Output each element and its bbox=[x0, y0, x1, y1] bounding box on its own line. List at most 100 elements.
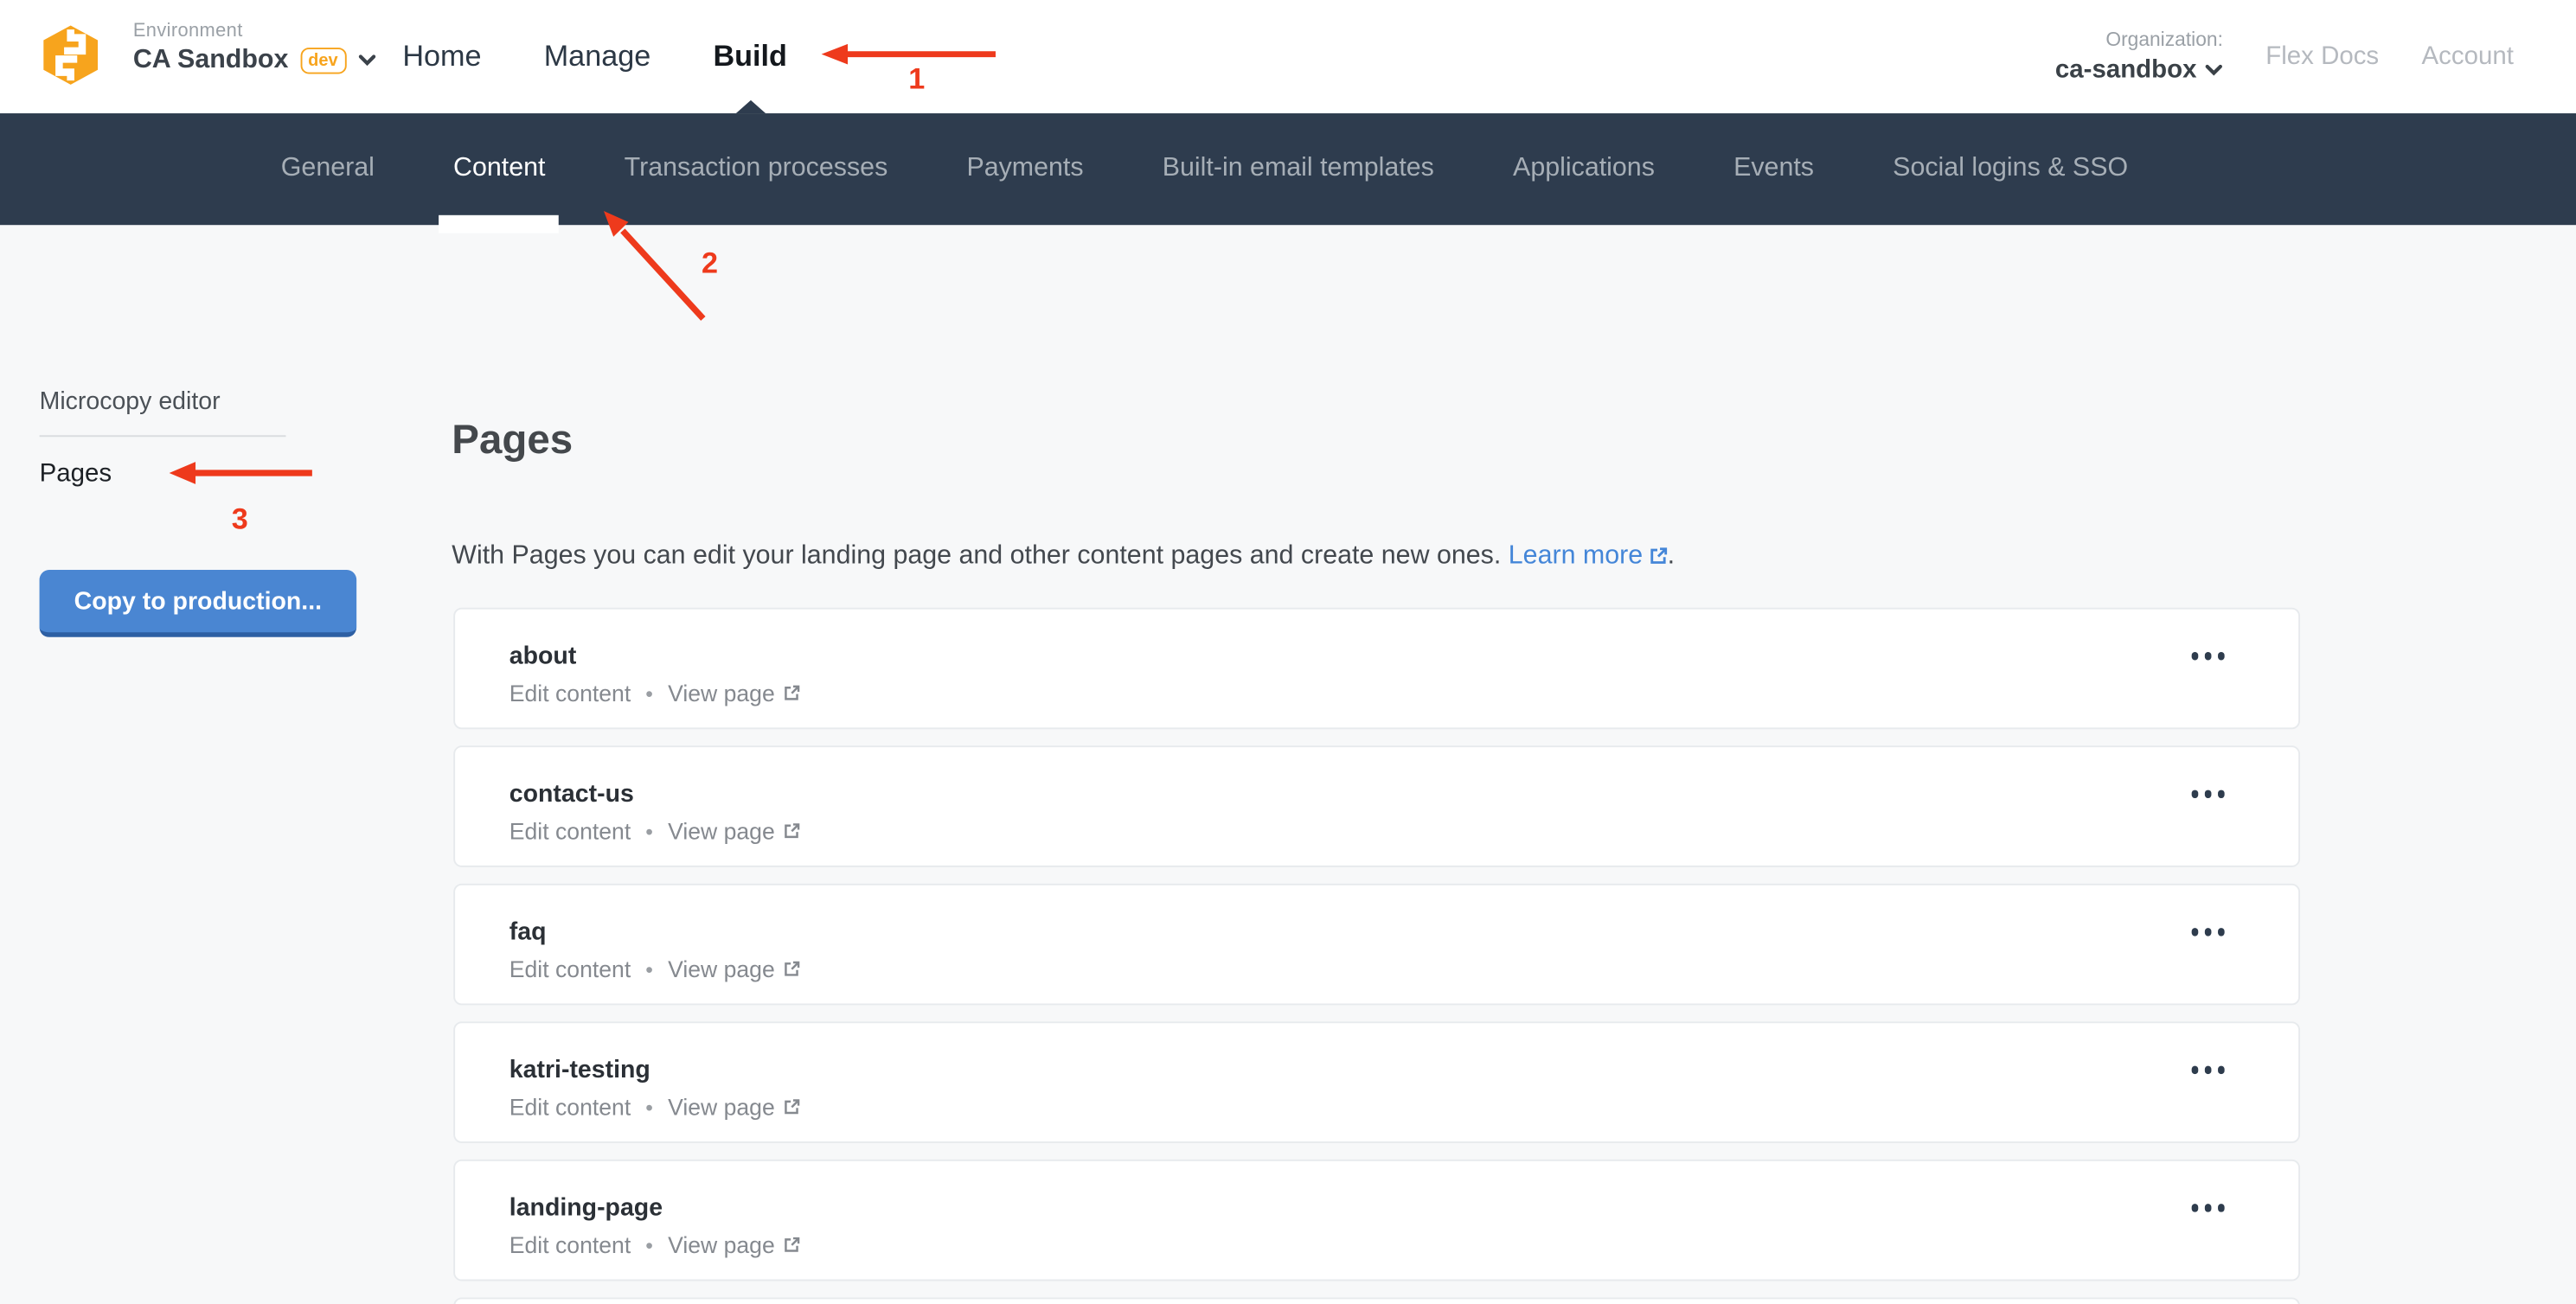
settings-tab-bar: General Content Transaction processes Payme… bbox=[0, 113, 2576, 225]
tab-applications[interactable]: Applications bbox=[1513, 113, 1655, 225]
dot-separator: • bbox=[645, 956, 653, 981]
tab-content[interactable]: Content bbox=[453, 113, 545, 225]
page-card-faq: faq Edit content • View page bbox=[453, 884, 2300, 1006]
page-name: landing-page bbox=[509, 1194, 2298, 1222]
edit-content-link[interactable]: Edit content bbox=[509, 680, 631, 706]
edit-content-link[interactable]: Edit content bbox=[509, 1094, 631, 1120]
edit-content-link[interactable]: Edit content bbox=[509, 956, 631, 981]
nav-item-label: Home bbox=[402, 40, 481, 74]
top-links: Flex Docs Account bbox=[2265, 42, 2514, 71]
view-page-label: View page bbox=[668, 818, 775, 844]
external-link-icon bbox=[783, 823, 799, 840]
view-page-label: View page bbox=[668, 680, 775, 706]
view-page-link[interactable]: View page bbox=[668, 1231, 799, 1257]
external-link-icon bbox=[783, 961, 799, 977]
tab-label: Events bbox=[1733, 155, 1814, 184]
top-link-account[interactable]: Account bbox=[2422, 42, 2514, 71]
environment-selector[interactable]: CA Sandbox dev bbox=[133, 46, 375, 75]
tab-label: Payments bbox=[966, 155, 1083, 184]
page-card-partial bbox=[453, 1297, 2300, 1304]
tab-label: Built-in email templates bbox=[1163, 155, 1434, 184]
nav-item-home[interactable]: Home bbox=[402, 0, 481, 113]
environment-label: Environment bbox=[133, 22, 375, 42]
tab-built-in-email-templates[interactable]: Built-in email templates bbox=[1163, 113, 1434, 225]
nav-item-label: Build bbox=[713, 40, 786, 74]
view-page-link[interactable]: View page bbox=[668, 1094, 799, 1120]
annotation-number-2: 2 bbox=[694, 246, 727, 281]
active-tab-indicator bbox=[439, 215, 559, 233]
page-name: katri-testing bbox=[509, 1056, 2298, 1083]
page-menu-button[interactable] bbox=[2186, 1061, 2229, 1078]
environment-switcher: Environment CA Sandbox dev bbox=[133, 22, 375, 76]
tab-label: Applications bbox=[1513, 155, 1655, 184]
page-menu-button[interactable] bbox=[2186, 923, 2229, 940]
tab-label: General bbox=[281, 155, 375, 184]
page-title: Pages bbox=[452, 417, 573, 464]
external-link-icon bbox=[783, 1099, 799, 1115]
chevron-down-icon bbox=[357, 54, 375, 67]
annotation-number-1: 1 bbox=[900, 62, 933, 97]
page-card-about: about Edit content • View page bbox=[453, 608, 2300, 730]
page-actions: Edit content • View page bbox=[509, 1094, 2298, 1120]
edit-content-link[interactable]: Edit content bbox=[509, 1231, 631, 1257]
page-actions: Edit content • View page bbox=[509, 818, 2298, 844]
dot-separator: • bbox=[645, 1095, 653, 1119]
tab-general[interactable]: General bbox=[281, 113, 375, 225]
dot-separator: • bbox=[645, 681, 653, 705]
app-root: Environment CA Sandbox dev Home Manage Bui… bbox=[0, 0, 2576, 1304]
dot-separator: • bbox=[645, 819, 653, 843]
page-name: about bbox=[509, 642, 2298, 670]
primary-nav: Home Manage Build bbox=[402, 0, 787, 113]
page-card-contact-us: contact-us Edit content • View page bbox=[453, 745, 2300, 867]
dot-separator: • bbox=[645, 1232, 653, 1256]
annotation-number-3: 3 bbox=[223, 502, 256, 537]
copy-to-production-button[interactable]: Copy to production... bbox=[40, 570, 357, 637]
intro-suffix: . bbox=[1668, 542, 1675, 570]
annotation-arrow-3 bbox=[164, 460, 320, 486]
tab-events[interactable]: Events bbox=[1733, 113, 1814, 225]
page-menu-button[interactable] bbox=[2186, 785, 2229, 802]
environment-name: CA Sandbox bbox=[133, 46, 289, 75]
tab-label: Social logins & SSO bbox=[1893, 155, 2128, 184]
external-link-icon bbox=[1650, 547, 1668, 565]
page-menu-button[interactable] bbox=[2186, 647, 2229, 664]
sidebar: Microcopy editorPages bbox=[40, 376, 329, 509]
view-page-label: View page bbox=[668, 1094, 775, 1120]
tab-payments[interactable]: Payments bbox=[966, 113, 1083, 225]
page-actions: Edit content • View page bbox=[509, 956, 2298, 981]
view-page-link[interactable]: View page bbox=[668, 818, 799, 844]
page-card-landing-page: landing-page Edit content • View page bbox=[453, 1160, 2300, 1282]
view-page-link[interactable]: View page bbox=[668, 956, 799, 981]
pages-list: about Edit content • View page contact-u… bbox=[453, 608, 2300, 1304]
swell-logo-icon[interactable] bbox=[42, 24, 99, 85]
page-card-katri-testing: katri-testing Edit content • View page bbox=[453, 1021, 2300, 1143]
intro-sentence: With Pages you can edit your landing pag… bbox=[452, 542, 1501, 570]
organization-switcher: Organization: ca-sandbox bbox=[2055, 28, 2223, 85]
chevron-down-icon bbox=[2205, 64, 2223, 77]
learn-more-link[interactable]: Learn more bbox=[1509, 542, 1668, 570]
page-actions: Edit content • View page bbox=[509, 1231, 2298, 1257]
edit-content-link[interactable]: Edit content bbox=[509, 818, 631, 844]
tab-label: Transaction processes bbox=[625, 155, 888, 184]
top-bar-right: Organization: ca-sandbox Flex Docs Accoun… bbox=[2055, 0, 2514, 113]
organization-selector[interactable]: ca-sandbox bbox=[2055, 56, 2223, 86]
active-nav-pointer-icon bbox=[735, 100, 765, 113]
organization-label: Organization: bbox=[2055, 28, 2223, 51]
page-name: faq bbox=[509, 918, 2298, 946]
top-link-flex-docs[interactable]: Flex Docs bbox=[2265, 42, 2379, 71]
sidebar-item-microcopy-editor[interactable]: Microcopy editor bbox=[40, 376, 329, 435]
view-page-label: View page bbox=[668, 956, 775, 981]
view-page-link[interactable]: View page bbox=[668, 680, 799, 706]
page-name: contact-us bbox=[509, 780, 2298, 808]
organization-name: ca-sandbox bbox=[2055, 56, 2197, 86]
intro-text: With Pages you can edit your landing pag… bbox=[452, 542, 1675, 572]
external-link-icon bbox=[783, 1237, 799, 1253]
nav-item-manage[interactable]: Manage bbox=[544, 0, 651, 113]
top-bar: Environment CA Sandbox dev Home Manage Bui… bbox=[0, 0, 2576, 113]
nav-item-build[interactable]: Build bbox=[713, 0, 786, 113]
tab-social-logins-sso[interactable]: Social logins & SSO bbox=[1893, 113, 2128, 225]
view-page-label: View page bbox=[668, 1231, 775, 1257]
learn-more-label: Learn more bbox=[1509, 542, 1643, 570]
page-menu-button[interactable] bbox=[2186, 1199, 2229, 1216]
page-actions: Edit content • View page bbox=[509, 680, 2298, 706]
